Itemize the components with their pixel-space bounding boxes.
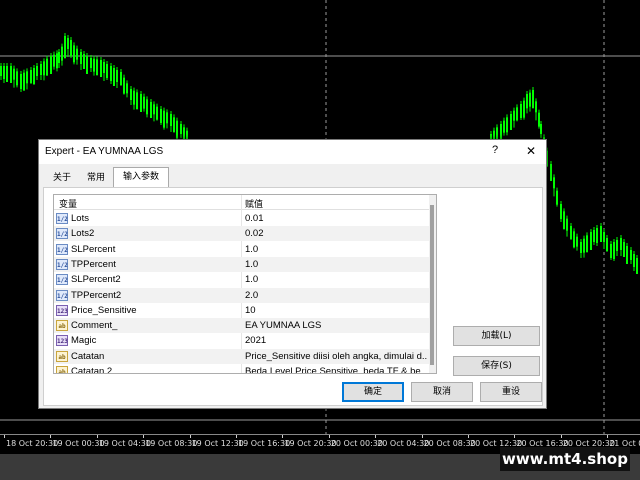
string-type-icon: ab <box>56 366 68 373</box>
table-row[interactable]: 1/2 SLPercent 1.0 <box>54 242 430 257</box>
time-tick <box>236 435 237 438</box>
ok-button[interactable]: 确定 <box>342 382 404 402</box>
time-tick <box>375 435 377 438</box>
time-label: 19 Oct 16:30 <box>238 439 291 448</box>
string-type-icon: ab <box>56 350 68 362</box>
time-tick <box>143 435 145 438</box>
tab-about[interactable]: 关于 <box>45 169 79 187</box>
table-row[interactable]: ab Comment_ EA YUMNAA LGS <box>54 318 430 334</box>
time-label: 18 Oct 20:30 <box>6 439 59 448</box>
time-label: 20 Oct 04:30 <box>377 439 430 448</box>
time-label: 19 Oct 00:30 <box>52 439 105 448</box>
tab-inputs[interactable]: 输入参数 <box>113 167 169 187</box>
time-label: 20 Oct 08:30 <box>423 439 476 448</box>
parameter-name: Catatan 2 <box>71 366 113 374</box>
time-tick <box>468 435 469 438</box>
time-tick <box>50 435 52 438</box>
save-button[interactable]: 保存(S) <box>453 356 540 376</box>
parameter-value[interactable]: Price_Sensitive diisi oleh angka, dimula… <box>245 351 428 362</box>
parameter-value[interactable]: 0.01 <box>245 213 428 224</box>
parameter-value[interactable]: 10 <box>245 305 428 316</box>
time-tick <box>4 435 5 438</box>
table-row[interactable]: 1/2 SLPercent2 1.0 <box>54 272 430 287</box>
help-button[interactable]: ? <box>488 144 502 160</box>
parameter-name: TPPercent <box>71 258 116 270</box>
parameter-name: Lots2 <box>71 228 95 240</box>
double-type-icon: 1/2 <box>56 274 68 286</box>
parameter-value[interactable]: Beda Level Price Sensitive, beda TF & be… <box>245 366 428 373</box>
watermark-text: www.mt4.shop <box>500 447 630 471</box>
time-tick <box>421 435 423 438</box>
table-row[interactable]: 1/2 Lots2 0.02 <box>54 226 430 242</box>
parameter-name: Catatan <box>71 350 105 362</box>
parameter-value[interactable]: 0.02 <box>245 228 428 239</box>
time-tick <box>514 435 516 438</box>
parameter-name: Lots <box>71 213 89 224</box>
parameter-name: Price_Sensitive <box>71 304 137 316</box>
parameter-name: SLPercent2 <box>71 274 121 286</box>
double-type-icon: 1/2 <box>56 243 68 255</box>
double-type-icon: 1/2 <box>56 228 68 240</box>
parameter-value[interactable]: 2021 <box>245 335 428 346</box>
header-variable[interactable]: 变量 <box>59 197 77 210</box>
inputs-panel: 变量 赋值 1/2 Lots 0.01 1/2 Lots2 0.02 1/2 SLPercen… <box>43 187 543 406</box>
double-type-icon: 1/2 <box>56 289 68 301</box>
table-row[interactable]: 1/2 TPPercent 1.0 <box>54 256 430 272</box>
int-type-icon: 123 <box>56 335 68 347</box>
time-label: 19 Oct 12:30 <box>191 439 244 448</box>
double-type-icon: 1/2 <box>56 213 68 224</box>
time-tick <box>96 435 98 438</box>
time-tick <box>189 435 191 438</box>
dialog-titlebar[interactable]: Expert - EA YUMNAA LGS ? ✕ <box>39 140 546 164</box>
time-tick <box>282 435 284 438</box>
reset-button[interactable]: 重设 <box>480 382 542 402</box>
table-row[interactable]: ab Catatan Price_Sensitive diisi oleh angk… <box>54 348 430 364</box>
time-label: 19 Oct 08:30 <box>145 439 198 448</box>
scrollbar-thumb[interactable] <box>430 205 434 365</box>
table-row[interactable]: ab Catatan 2 Beda Level Price Sensitive, b… <box>54 364 430 374</box>
parameter-value[interactable]: 1.0 <box>245 244 428 255</box>
table-row[interactable]: 123 Magic 2021 <box>54 333 430 348</box>
expert-properties-dialog: Expert - EA YUMNAA LGS ? ✕ 关于 常用 输入参数 变量… <box>38 139 547 409</box>
parameter-name: Comment_ <box>71 320 118 332</box>
close-icon[interactable]: ✕ <box>524 144 538 160</box>
load-button[interactable]: 加载(L) <box>453 326 540 346</box>
time-tick <box>607 435 609 438</box>
string-type-icon: ab <box>56 320 68 332</box>
parameter-value[interactable]: EA YUMNAA LGS <box>245 320 428 331</box>
parameter-name: TPPercent2 <box>71 289 122 301</box>
table-row[interactable]: 1/2 TPPercent2 2.0 <box>54 287 430 303</box>
parameter-name: SLPercent <box>71 243 116 255</box>
parameters-table[interactable]: 变量 赋值 1/2 Lots 0.01 1/2 Lots2 0.02 1/2 SLPercen… <box>53 194 437 374</box>
table-row[interactable]: 123 Price_Sensitive 10 <box>54 303 430 318</box>
time-label: 19 Oct 20:30 <box>284 439 337 448</box>
time-tick <box>560 435 562 438</box>
time-label: 20 Oct 00:30 <box>330 439 383 448</box>
time-tick <box>328 435 330 438</box>
parameter-value[interactable]: 1.0 <box>245 259 428 270</box>
double-type-icon: 1/2 <box>56 258 68 270</box>
time-label: 19 Oct 04:30 <box>98 439 151 448</box>
header-value[interactable]: 赋值 <box>245 197 263 210</box>
cancel-button[interactable]: 取消 <box>411 382 473 402</box>
parameter-value[interactable]: 1.0 <box>245 274 428 285</box>
table-row[interactable]: 1/2 Lots 0.01 <box>54 211 430 226</box>
vertical-scrollbar[interactable] <box>429 195 436 373</box>
int-type-icon: 123 <box>56 304 68 316</box>
parameter-name: Magic <box>71 335 97 347</box>
dialog-title: Expert - EA YUMNAA LGS <box>45 146 164 157</box>
table-header: 变量 赋值 <box>54 195 430 210</box>
tab-common[interactable]: 常用 <box>81 169 111 187</box>
parameter-value[interactable]: 2.0 <box>245 290 428 301</box>
